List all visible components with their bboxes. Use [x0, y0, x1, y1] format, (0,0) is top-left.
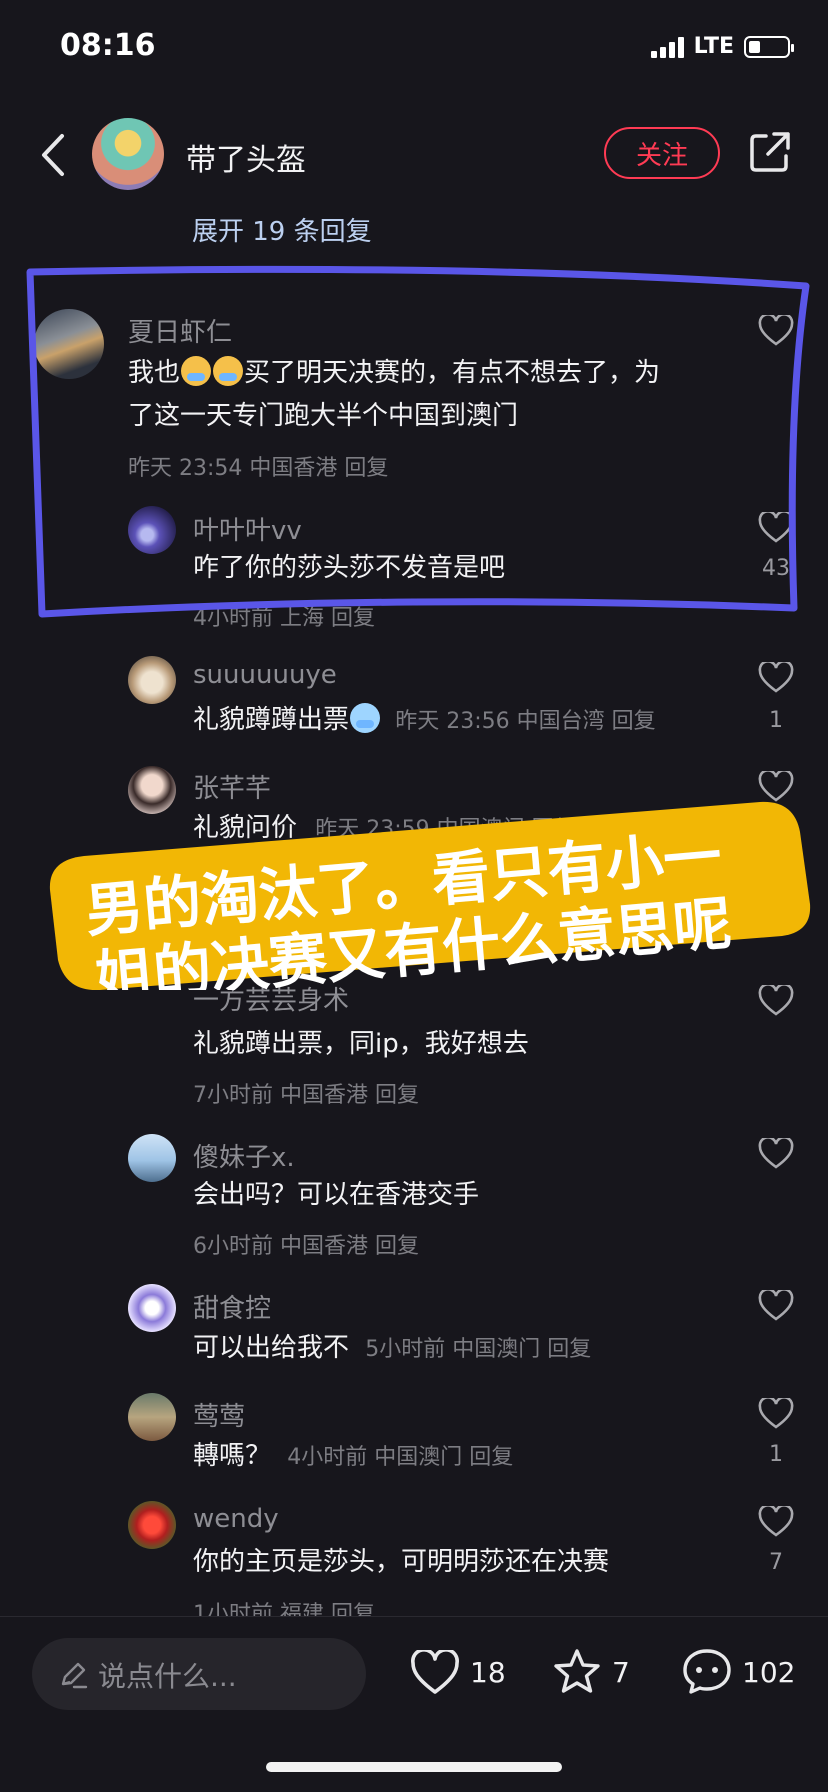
battery-icon: [744, 35, 794, 58]
comment-text: 可以出给我不 5小时前 中国澳门 回复: [193, 1333, 592, 1363]
commenter-avatar[interactable]: [128, 1501, 176, 1549]
commenter-name[interactable]: 莺莺: [193, 1396, 245, 1433]
like-heart-icon[interactable]: [758, 1398, 794, 1430]
comment-meta: 6小时前 中国香港 回复: [193, 1234, 419, 1259]
commenter-name[interactable]: 甜食控: [193, 1288, 271, 1325]
commenter-avatar[interactable]: [128, 1393, 176, 1441]
like-count: 1: [769, 708, 783, 733]
expand-replies-link[interactable]: 展开 19 条回复: [192, 211, 372, 248]
commenter-name[interactable]: 傻妹子x.: [193, 1137, 295, 1174]
comment-total: 102: [742, 1656, 796, 1689]
grimace-emoji-icon: [350, 703, 381, 733]
author-avatar[interactable]: [92, 118, 164, 190]
commenter-name[interactable]: suuuuuuye: [193, 660, 337, 690]
back-arrow-icon[interactable]: [34, 130, 74, 180]
commenter-name[interactable]: wendy: [193, 1504, 279, 1534]
like-count: 1: [769, 1442, 783, 1467]
like-heart-icon[interactable]: [758, 1290, 794, 1322]
comment-meta: 7小时前 中国香港 回复: [193, 1083, 419, 1108]
comment-bubble-icon[interactable]: [682, 1648, 732, 1694]
comment-meta: 4小时前 中国澳门 回复: [287, 1445, 514, 1470]
status-indicators: LTE: [650, 34, 794, 59]
follow-button[interactable]: 关注: [604, 127, 720, 179]
caption-banner: 男的淘汰了。看只有小一 姐的决赛又有什么意思呢: [49, 801, 811, 990]
bottom-divider: [0, 1616, 828, 1617]
like-heart-icon[interactable]: [758, 1506, 794, 1538]
annotation-highlight-box: [26, 265, 810, 618]
home-indicator[interactable]: [266, 1762, 562, 1772]
comment-text: 礼貌蹲出票，同ip，我好想去: [193, 1029, 529, 1059]
signal-icon: [650, 36, 684, 58]
commenter-avatar[interactable]: [128, 1284, 176, 1332]
comment-meta: 1小时前 福建 回复: [193, 1602, 375, 1616]
commenter-avatar[interactable]: [128, 1134, 176, 1182]
comment-meta: 5小时前 中国澳门 回复: [365, 1337, 592, 1362]
star-total: 7: [612, 1656, 630, 1689]
commenter-avatar[interactable]: [128, 656, 176, 704]
like-heart-icon[interactable]: [758, 1138, 794, 1170]
comment-text: 你的主页是莎头，可明明莎还在决赛: [193, 1547, 610, 1577]
star-icon[interactable]: [552, 1648, 602, 1694]
like-heart-icon[interactable]: [410, 1650, 460, 1696]
comment-input-placeholder[interactable]: 说点什么...: [98, 1655, 237, 1695]
like-heart-icon[interactable]: [758, 771, 794, 803]
status-time: 08:16: [60, 28, 156, 63]
like-total: 18: [470, 1656, 506, 1689]
comment-text: 会出吗？可以在香港交手: [193, 1180, 480, 1210]
share-icon[interactable]: [748, 130, 792, 174]
comment-text: 礼貌蹲蹲出票 昨天 23:56 中国台湾 回复: [193, 703, 656, 735]
like-count: 7: [769, 1550, 783, 1575]
comment-meta: 昨天 23:56 中国台湾 回复: [395, 709, 656, 734]
like-heart-icon[interactable]: [758, 662, 794, 694]
pencil-icon: [61, 1662, 88, 1689]
author-name[interactable]: 带了头盔: [186, 135, 306, 179]
comment-text: 轉嗎？ 4小时前 中国澳门 回复: [193, 1441, 514, 1471]
network-label: LTE: [693, 34, 734, 59]
